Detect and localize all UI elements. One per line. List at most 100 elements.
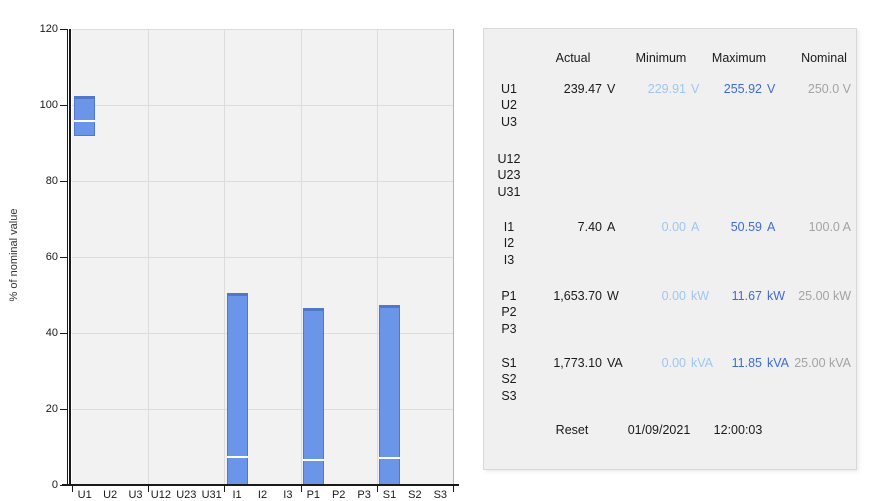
maximum-unit: kW bbox=[767, 288, 793, 304]
gridline-h bbox=[72, 29, 453, 30]
measurement-group: S11,773.10VA0.00kVA11.85kVA25.00 kVAS2S3 bbox=[484, 355, 856, 404]
y-tick bbox=[60, 29, 67, 30]
gridline-v bbox=[148, 29, 149, 485]
row-label: U3 bbox=[492, 114, 526, 130]
maximum-value: 11.67 bbox=[711, 288, 762, 304]
row-label: S1 bbox=[492, 355, 526, 371]
plot-right-border bbox=[453, 29, 454, 485]
maximum-value: 50.59 bbox=[711, 219, 762, 235]
row-label: U12 bbox=[492, 151, 526, 167]
gridline-v bbox=[301, 29, 302, 485]
maximum-unit: A bbox=[767, 219, 793, 235]
row-label: U1 bbox=[492, 81, 526, 97]
gridline-h bbox=[72, 257, 453, 258]
plot-area bbox=[72, 29, 453, 485]
range-bar-U1 bbox=[74, 96, 95, 136]
minimum-value: 0.00 bbox=[629, 355, 686, 371]
y-tick bbox=[60, 257, 67, 258]
row-label: I2 bbox=[492, 235, 526, 251]
column-header-nominal: Nominal bbox=[801, 51, 847, 65]
nominal-value: 25.00 kW bbox=[793, 288, 851, 304]
row-label: U31 bbox=[492, 184, 526, 200]
y-tick bbox=[60, 333, 67, 334]
minimum-value: 0.00 bbox=[629, 219, 686, 235]
measurement-row-S1: S11,773.10VA0.00kVA11.85kVA25.00 kVA bbox=[484, 355, 856, 371]
minimum-unit: A bbox=[691, 219, 711, 235]
actual-value: 239.47 bbox=[526, 81, 602, 97]
row-label: P3 bbox=[492, 321, 526, 337]
nominal-value: 250.0 V bbox=[793, 81, 851, 97]
measurement-group: U1239.47V229.91V255.92V250.0 VU2U3 bbox=[484, 81, 856, 130]
x-axis-line bbox=[62, 484, 459, 486]
measurement-row-P1: P11,653.70W0.00kW11.67kW25.00 kW bbox=[484, 288, 856, 304]
row-label: S2 bbox=[492, 371, 526, 387]
nominal-value-bar-chart: % of nominal value 020406080100120U1U2U3… bbox=[0, 0, 483, 500]
measurement-group: U12U23U31 bbox=[484, 151, 856, 200]
measurement-row-U31: U31 bbox=[484, 184, 856, 200]
column-header-actual: Actual bbox=[556, 51, 591, 65]
minimum-value: 0.00 bbox=[629, 288, 686, 304]
row-label: U2 bbox=[492, 97, 526, 113]
y-tick-label: 100 bbox=[26, 98, 58, 112]
reset-button[interactable]: Reset bbox=[556, 423, 589, 437]
measurement-row-I1: I17.40A0.00A50.59A100.0 A bbox=[484, 219, 856, 235]
minimum-unit: kW bbox=[691, 288, 711, 304]
actual-marker-P1 bbox=[303, 459, 324, 461]
y-tick bbox=[60, 485, 67, 486]
actual-marker-I1 bbox=[227, 456, 248, 458]
actual-value: 1,773.10 bbox=[526, 355, 602, 371]
reset-time: 12:00:03 bbox=[714, 423, 763, 437]
measurement-row-U1: U1239.47V229.91V255.92V250.0 V bbox=[484, 81, 856, 97]
actual-unit: VA bbox=[607, 355, 629, 371]
measurement-row-U3: U3 bbox=[484, 114, 856, 130]
row-label: U23 bbox=[492, 167, 526, 183]
actual-marker-U1 bbox=[74, 120, 95, 122]
gridline-h bbox=[72, 105, 453, 106]
measurement-row-S2: S2 bbox=[484, 371, 856, 387]
y-axis-title: % of nominal value bbox=[8, 209, 20, 302]
gridline-v bbox=[224, 29, 225, 485]
nominal-value: 100.0 A bbox=[793, 219, 851, 235]
y-axis-line bbox=[67, 29, 68, 486]
actual-unit: A bbox=[607, 219, 629, 235]
actual-unit: V bbox=[607, 81, 629, 97]
measurement-row-P2: P2 bbox=[484, 304, 856, 320]
row-label: P2 bbox=[492, 304, 526, 320]
y-tick bbox=[60, 105, 67, 106]
reset-date: 01/09/2021 bbox=[628, 423, 691, 437]
gridline-h bbox=[72, 181, 453, 182]
column-header-minimum: Minimum bbox=[636, 51, 687, 65]
maximum-unit: V bbox=[767, 81, 793, 97]
y-tick-label: 0 bbox=[26, 478, 58, 492]
y-tick bbox=[60, 181, 67, 182]
y-tick-label: 60 bbox=[26, 250, 58, 264]
row-label: S3 bbox=[492, 388, 526, 404]
y-tick-label: 40 bbox=[26, 326, 58, 340]
y-tick bbox=[60, 409, 67, 410]
measurement-row-U23: U23 bbox=[484, 167, 856, 183]
measurement-row-I2: I2 bbox=[484, 235, 856, 251]
y-tick-label: 120 bbox=[26, 22, 58, 36]
maximum-value: 255.92 bbox=[711, 81, 762, 97]
column-header-maximum: Maximum bbox=[712, 51, 766, 65]
actual-marker-S1 bbox=[379, 457, 400, 459]
minimum-value: 229.91 bbox=[629, 81, 686, 97]
row-label: I3 bbox=[492, 252, 526, 268]
nominal-value: 25.00 kVA bbox=[793, 355, 851, 371]
gridline-v bbox=[377, 29, 378, 485]
measurement-row-U12: U12 bbox=[484, 151, 856, 167]
measurement-row-I3: I3 bbox=[484, 252, 856, 268]
minimum-unit: kVA bbox=[691, 355, 711, 371]
y-tick-label: 80 bbox=[26, 174, 58, 188]
x-category-label-S3: S3 bbox=[425, 489, 455, 501]
min-max-measurements-panel: Actual Minimum Maximum Nominal U1239.47 V… bbox=[483, 28, 857, 470]
maximum-unit: kVA bbox=[767, 355, 793, 371]
maximum-value: 11.85 bbox=[711, 355, 762, 371]
measurement-row-S3: S3 bbox=[484, 388, 856, 404]
y-tick-label: 20 bbox=[26, 402, 58, 416]
actual-value: 7.40 bbox=[526, 219, 602, 235]
measurement-group: P11,653.70W0.00kW11.67kW25.00 kWP2P3 bbox=[484, 288, 856, 337]
measurement-group: I17.40A0.00A50.59A100.0 AI2I3 bbox=[484, 219, 856, 268]
measurement-row-P3: P3 bbox=[484, 321, 856, 337]
y-axis-line bbox=[69, 29, 71, 486]
